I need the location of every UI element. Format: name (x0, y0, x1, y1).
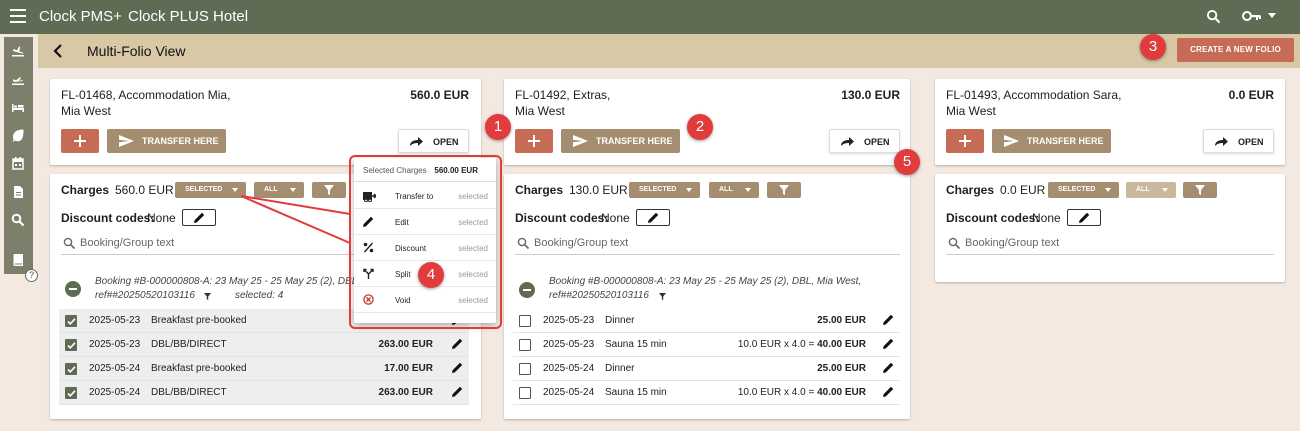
callout-badge: 3 (1140, 34, 1166, 60)
annotation-lines (240, 195, 351, 244)
callout-badge: 1 (485, 114, 511, 140)
annotation-line (240, 195, 351, 215)
callout-badge: 5 (894, 149, 920, 175)
callout-badge: 2 (687, 114, 713, 140)
callout-badge: 4 (418, 262, 444, 288)
annotation-highlight-box (349, 155, 502, 329)
annotation-line (240, 195, 351, 244)
